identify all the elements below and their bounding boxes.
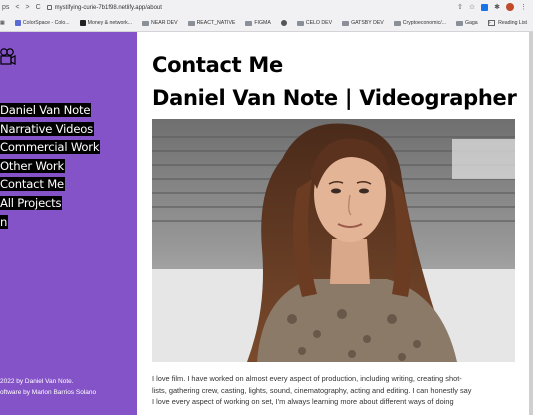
bookmark-github[interactable]	[280, 20, 287, 26]
bio-line: I love every aspect of working on set, I…	[152, 397, 454, 406]
bookmark-colorspace[interactable]: ColorSpace - Colo...	[14, 20, 70, 26]
bookmark-folder-cryptoeconomic[interactable]: Cryptoeconomic/...	[393, 20, 446, 26]
menu-kebab-icon[interactable]: ⋮	[520, 3, 527, 11]
back-icon[interactable]: <	[15, 4, 19, 11]
menu-item-contact-me[interactable]: Contact Me	[0, 175, 100, 194]
menu-item-commercial-work[interactable]: Commercial Work	[0, 138, 101, 157]
page-subtitle: Daniel Van Note | Videographer	[152, 86, 517, 110]
browser-chrome: ps < > C mystifying-curie-7b1f98.netlify…	[0, 0, 533, 32]
menu-item-extra[interactable]: n	[0, 213, 100, 232]
bookmark-folder-figma[interactable]: FIGMA	[245, 20, 271, 26]
footer-copyright: 2022 by Daniel Van Note.	[0, 378, 74, 385]
folder-icon	[455, 20, 463, 26]
bookmark-folder-gatsby-dev[interactable]: GATSBY DEV	[342, 20, 384, 26]
main-content: Contact Me Daniel Van Note | Videographe…	[137, 32, 533, 415]
reading-list-icon	[488, 20, 496, 26]
page-title: Contact Me	[152, 53, 283, 77]
folder-icon	[245, 20, 253, 26]
bookmark-folder-gaga[interactable]: Gaga	[455, 20, 478, 26]
reading-list-button[interactable]: Reading List	[488, 20, 527, 26]
address-bar-row: ps < > C mystifying-curie-7b1f98.netlify…	[0, 0, 533, 15]
star-icon[interactable]: ☆	[469, 3, 475, 11]
folder-icon	[342, 20, 350, 26]
menu-item-home[interactable]: Daniel Van Note	[0, 101, 100, 120]
sidebar-menu: Daniel Van Note Narrative Videos Commerc…	[0, 101, 101, 232]
bio-text: I love film. I have worked on almost eve…	[152, 373, 522, 408]
browser-actions: ⇧ ☆ ✱ ⋮	[457, 3, 527, 11]
colorspace-favicon-icon	[14, 20, 21, 26]
puzzle-icon[interactable]: ✱	[494, 3, 500, 11]
sidebar: Daniel Van Note Narrative Videos Commerc…	[0, 32, 137, 415]
share-icon[interactable]: ⇧	[457, 3, 463, 11]
bio-line: I love film. I have worked on almost eve…	[152, 374, 462, 383]
video-camera-icon[interactable]	[0, 47, 16, 67]
menu-item-all-projects[interactable]: All Projects	[0, 194, 100, 213]
apps-label[interactable]: ps	[2, 4, 9, 11]
reload-icon[interactable]: C	[36, 4, 41, 11]
footer-credit: oftware by Marlon Barrios Solano	[0, 389, 97, 396]
money-favicon-icon	[79, 20, 86, 26]
github-favicon-icon	[280, 20, 287, 26]
sidebar-footer: 2022 by Daniel Van Note. oftware by Marl…	[0, 376, 96, 398]
window-edge	[529, 32, 533, 415]
browser-nav: ps < > C	[0, 4, 41, 11]
folder-icon	[296, 20, 304, 26]
bookmark-money-network[interactable]: Money & network...	[79, 20, 132, 26]
folder-icon	[187, 20, 195, 26]
forward-icon[interactable]: >	[26, 4, 30, 11]
address-bar[interactable]: mystifying-curie-7b1f98.netlify.app/abou…	[46, 4, 162, 11]
bookmarks-bar: ▦ ColorSpace - Colo... Money & network..…	[0, 16, 533, 30]
profile-avatar[interactable]	[506, 3, 514, 11]
menu-item-narrative-videos[interactable]: Narrative Videos	[0, 120, 100, 139]
lock-icon	[46, 5, 52, 10]
bookmark-folder-celo-dev[interactable]: CELO DEV	[296, 20, 332, 26]
folder-icon	[142, 20, 150, 26]
url-text: mystifying-curie-7b1f98.netlify.app/abou…	[54, 4, 162, 11]
menu-item-other-work[interactable]: Other Work	[0, 157, 100, 176]
bookmark-apps[interactable]: ▦	[0, 20, 5, 26]
portrait-illustration	[152, 119, 515, 362]
apps-grid-icon: ▦	[0, 20, 5, 26]
bookmark-folder-react-native[interactable]: REACT_NATIVE	[187, 20, 235, 26]
extension-icon[interactable]	[481, 3, 489, 11]
folder-icon	[393, 20, 401, 26]
bio-line: lists, gathering crew, casting, lights, …	[152, 385, 472, 395]
bookmark-folder-near-dev[interactable]: NEAR DEV	[142, 20, 178, 26]
portrait-photo	[152, 119, 515, 362]
